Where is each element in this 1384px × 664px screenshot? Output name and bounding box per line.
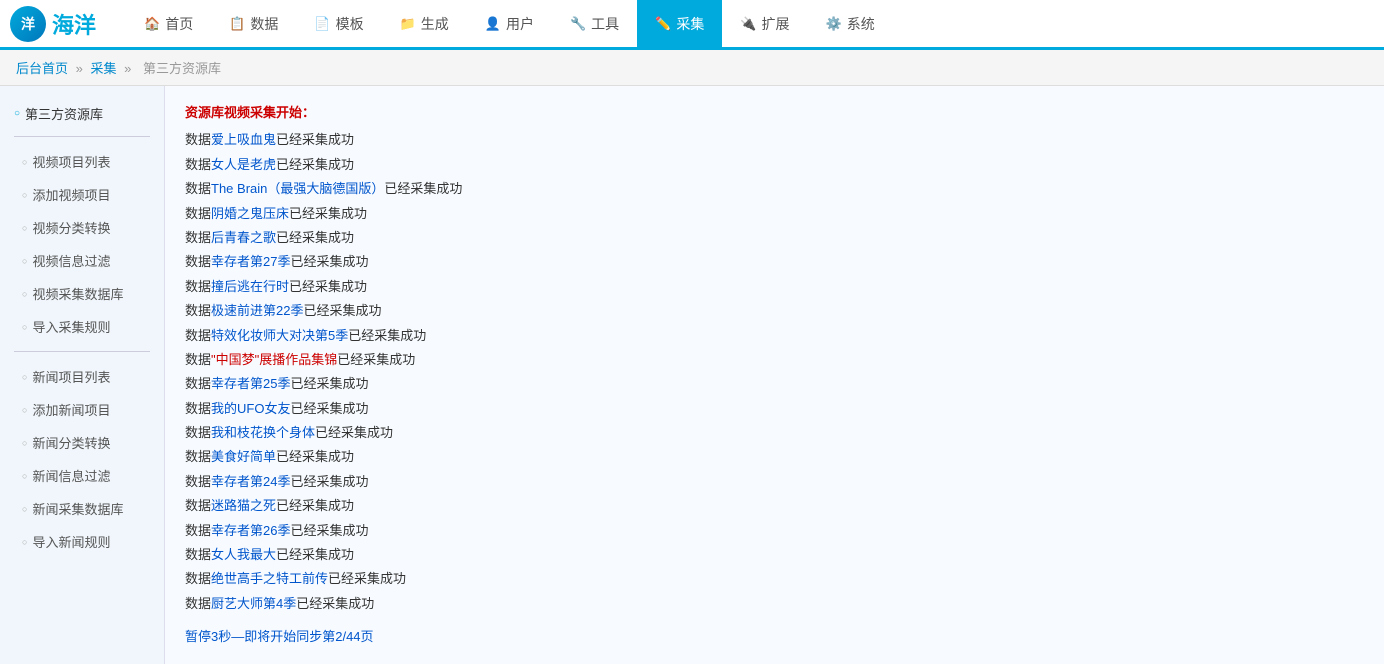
log-link-5: 后青春之歌 xyxy=(211,230,276,245)
nav-collect[interactable]: ✏️采集 xyxy=(637,0,722,49)
generate-icon: 📁 xyxy=(400,16,416,32)
sidebar-item-video-list[interactable]: 视频项目列表 xyxy=(0,145,164,178)
user-icon: 👤 xyxy=(485,16,501,32)
logo-icon: 洋 xyxy=(10,6,46,42)
nav-extend[interactable]: 🔌扩展 xyxy=(722,0,807,49)
log-line-20: 数据厨艺大师第4季已经采集成功 xyxy=(185,592,1364,615)
sidebar-item-video-cat[interactable]: 视频分类转换 xyxy=(0,211,164,244)
breadcrumb-sep2: » xyxy=(124,61,135,76)
sync-text-prefix: 暂停3秒— xyxy=(185,629,244,644)
log-line-11: 数据幸存者第25季已经采集成功 xyxy=(185,372,1364,395)
sidebar-item-add-news[interactable]: 添加新闻项目 xyxy=(0,393,164,426)
log-link-20: 厨艺大师第4季 xyxy=(211,596,296,611)
log-line-8: 数据极速前进第22季已经采集成功 xyxy=(185,299,1364,322)
log-link-3: The Brain（最强大脑德国版） xyxy=(211,181,384,196)
sidebar-divider-1 xyxy=(14,136,150,137)
log-link-11: 幸存者第25季 xyxy=(211,376,290,391)
log-link-18: 女人我最大 xyxy=(211,547,276,562)
log-line-18: 数据女人我最大已经采集成功 xyxy=(185,543,1364,566)
log-line-2: 数据女人是老虎已经采集成功 xyxy=(185,153,1364,176)
log-line-6: 数据幸存者第27季已经采集成功 xyxy=(185,250,1364,273)
log-line-1: 数据爱上吸血鬼已经采集成功 xyxy=(185,128,1364,151)
log-header: 资源库视频采集开始： xyxy=(185,101,1364,124)
sidebar-item-import-news-rules[interactable]: 导入新闻规则 xyxy=(0,525,164,558)
header: 洋 海洋 🏠首页 📋数据 📄模板 📁生成 👤用户 🔧工具 ✏️采集 🔌扩展 ⚙️… xyxy=(0,0,1384,50)
sidebar-item-news-list[interactable]: 新闻项目列表 xyxy=(0,360,164,393)
sidebar-item-news-filter[interactable]: 新闻信息过滤 xyxy=(0,459,164,492)
breadcrumb-home[interactable]: 后台首页 xyxy=(16,61,68,76)
tools-icon: 🔧 xyxy=(570,16,586,32)
nav-generate[interactable]: 📁生成 xyxy=(382,0,467,49)
sidebar-item-import-video-rules[interactable]: 导入采集规则 xyxy=(0,310,164,343)
breadcrumb: 后台首页 » 采集 » 第三方资源库 xyxy=(0,50,1384,86)
log-line-17: 数据幸存者第26季已经采集成功 xyxy=(185,519,1364,542)
sidebar-item-video-filter[interactable]: 视频信息过滤 xyxy=(0,244,164,277)
log-link-4: 阴婚之鬼压床 xyxy=(211,206,289,221)
log-link-15: 幸存者第24季 xyxy=(211,474,290,489)
log-link-13: 我和枝花换个身体 xyxy=(211,425,315,440)
nav-system[interactable]: ⚙️系统 xyxy=(808,0,893,49)
log-line-16: 数据迷路猫之死已经采集成功 xyxy=(185,494,1364,517)
log-link-2: 女人是老虎 xyxy=(211,157,276,172)
log-line-5: 数据后青春之歌已经采集成功 xyxy=(185,226,1364,249)
log-area: 资源库视频采集开始： 数据爱上吸血鬼已经采集成功 数据女人是老虎已经采集成功 数… xyxy=(185,101,1364,649)
nav-template[interactable]: 📄模板 xyxy=(296,0,381,49)
data-icon: 📋 xyxy=(229,16,245,32)
log-line-12: 数据我的UFO女友已经采集成功 xyxy=(185,397,1364,420)
log-line-13: 数据我和枝花换个身体已经采集成功 xyxy=(185,421,1364,444)
logo-text: 海洋 xyxy=(52,8,96,40)
log-line-15: 数据幸存者第24季已经采集成功 xyxy=(185,470,1364,493)
log-line-3: 数据The Brain（最强大脑德国版）已经采集成功 xyxy=(185,177,1364,200)
sync-page-link: 即将开始同步第2/44页 xyxy=(244,629,373,644)
template-icon: 📄 xyxy=(314,16,330,32)
nav-tools[interactable]: 🔧工具 xyxy=(552,0,637,49)
sidebar-item-news-cat[interactable]: 新闻分类转换 xyxy=(0,426,164,459)
breadcrumb-sep1: » xyxy=(76,61,87,76)
sidebar-divider-2 xyxy=(14,351,150,352)
log-line-9: 数据特效化妆师大对决第5季已经采集成功 xyxy=(185,324,1364,347)
sidebar-item-news-db[interactable]: 新闻采集数据库 xyxy=(0,492,164,525)
main-nav: 🏠首页 📋数据 📄模板 📁生成 👤用户 🔧工具 ✏️采集 🔌扩展 ⚙️系统 xyxy=(126,0,893,49)
log-link-7: 撞后逃在行时 xyxy=(211,279,289,294)
nav-data[interactable]: 📋数据 xyxy=(211,0,296,49)
log-line-19: 数据绝世高手之特工前传已经采集成功 xyxy=(185,567,1364,590)
log-link-10: "中国梦"展播作品集锦 xyxy=(211,352,337,367)
sidebar-section-third-party[interactable]: 第三方资源库 xyxy=(0,96,164,128)
sync-status: 暂停3秒—即将开始同步第2/44页 xyxy=(185,625,1364,648)
breadcrumb-collect[interactable]: 采集 xyxy=(90,61,116,76)
extend-icon: 🔌 xyxy=(740,16,756,32)
log-line-10: 数据"中国梦"展播作品集锦已经采集成功 xyxy=(185,348,1364,371)
log-link-8: 极速前进第22季 xyxy=(211,303,303,318)
sidebar: 第三方资源库 视频项目列表 添加视频项目 视频分类转换 视频信息过滤 视频采集数… xyxy=(0,86,165,664)
log-link-6: 幸存者第27季 xyxy=(211,254,290,269)
logo: 洋 海洋 xyxy=(10,6,96,42)
nav-user[interactable]: 👤用户 xyxy=(467,0,552,49)
layout: 第三方资源库 视频项目列表 添加视频项目 视频分类转换 视频信息过滤 视频采集数… xyxy=(0,86,1384,664)
log-line-7: 数据撞后逃在行时已经采集成功 xyxy=(185,275,1364,298)
log-link-12: 我的UFO女友 xyxy=(211,401,290,416)
log-link-19: 绝世高手之特工前传 xyxy=(211,571,328,586)
breadcrumb-current: 第三方资源库 xyxy=(143,61,221,76)
main-content: 资源库视频采集开始： 数据爱上吸血鬼已经采集成功 数据女人是老虎已经采集成功 数… xyxy=(165,86,1384,664)
home-icon: 🏠 xyxy=(144,16,160,32)
collect-icon: ✏️ xyxy=(655,16,671,32)
log-link-1: 爱上吸血鬼 xyxy=(211,132,276,147)
log-line-4: 数据阴婚之鬼压床已经采集成功 xyxy=(185,202,1364,225)
log-link-9: 特效化妆师大对决第5季 xyxy=(211,328,348,343)
log-link-14: 美食好简单 xyxy=(211,449,276,464)
nav-home[interactable]: 🏠首页 xyxy=(126,0,211,49)
system-icon: ⚙️ xyxy=(826,16,842,32)
sidebar-item-video-db[interactable]: 视频采集数据库 xyxy=(0,277,164,310)
sidebar-item-add-video[interactable]: 添加视频项目 xyxy=(0,178,164,211)
log-line-14: 数据美食好简单已经采集成功 xyxy=(185,445,1364,468)
log-link-16: 迷路猫之死 xyxy=(211,498,276,513)
log-link-17: 幸存者第26季 xyxy=(211,523,290,538)
